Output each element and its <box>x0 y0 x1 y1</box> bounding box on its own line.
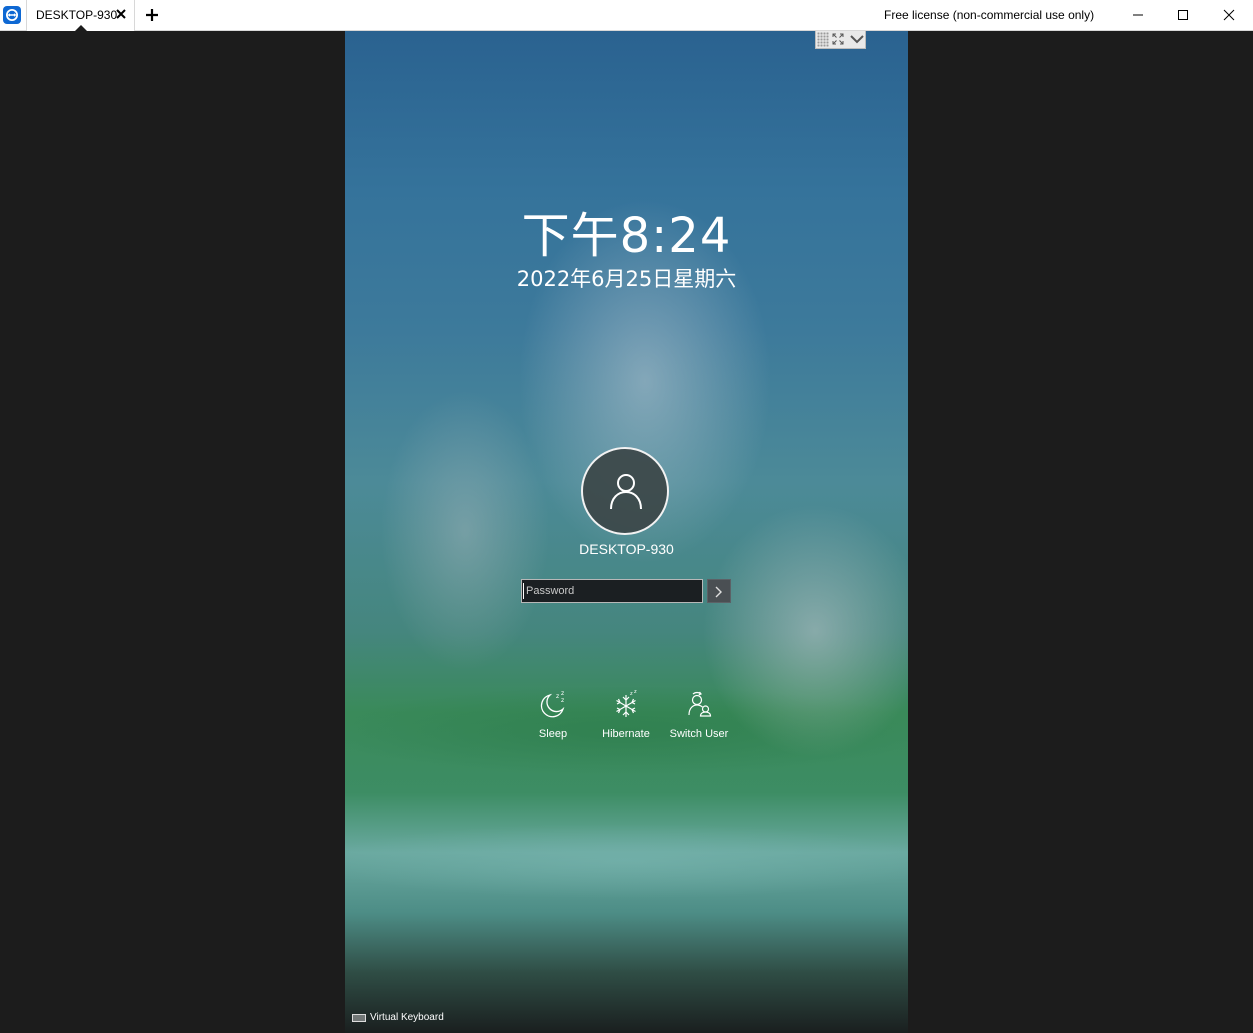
submit-password-button[interactable] <box>707 579 731 603</box>
sleep-label: Sleep <box>538 728 568 740</box>
switch-user-label: Switch User <box>669 728 729 740</box>
svg-text:z: z <box>556 693 559 700</box>
svg-text:z: z <box>634 689 637 695</box>
toolbar-grip-handle[interactable] <box>817 32 829 47</box>
text-caret <box>523 583 524 599</box>
tab-indicator <box>75 25 87 31</box>
license-text: Free license (non-commercial use only) <box>884 8 1095 22</box>
switch-user-icon <box>688 691 712 717</box>
close-tab-icon[interactable] <box>115 7 127 21</box>
svg-text:z: z <box>630 691 633 697</box>
switch-user-button[interactable]: Switch User <box>664 689 734 740</box>
virtual-keyboard-label: Virtual Keyboard <box>370 1012 444 1023</box>
chevron-down-icon[interactable] <box>850 34 864 44</box>
maximize-icon <box>1178 10 1188 20</box>
close-icon <box>1223 9 1235 21</box>
title-bar: DESKTOP-930 Free license (non-commercial… <box>0 0 1253 31</box>
new-tab-plus-icon[interactable] <box>145 8 159 22</box>
snowflake-icon: z z <box>616 689 637 717</box>
sleep-button[interactable]: z z z Sleep <box>518 689 588 740</box>
minimize-icon <box>1133 14 1143 16</box>
teamviewer-logo-icon <box>3 6 21 24</box>
hibernate-label: Hibernate <box>602 728 650 740</box>
fullscreen-icon[interactable] <box>832 33 844 45</box>
user-name: DESKTOP-930 <box>579 541 674 557</box>
user-icon <box>610 474 642 510</box>
svg-text:z: z <box>561 697 564 704</box>
remote-toolbar <box>815 31 866 49</box>
tab-title: DESKTOP-930 <box>36 8 118 22</box>
lock-screen-time: 下午8:24 <box>521 208 732 264</box>
keyboard-icon <box>352 1014 366 1022</box>
close-window-button[interactable] <box>1206 0 1252 30</box>
arrow-right-icon <box>715 586 722 598</box>
svg-text:z: z <box>561 690 564 697</box>
minimize-button[interactable] <box>1115 0 1161 30</box>
password-input[interactable] <box>521 579 703 603</box>
lock-screen-date: 2022年6月25日星期六 <box>516 267 737 291</box>
remote-desktop-view[interactable]: 下午8:24 2022年6月25日星期六 DESKTOP-930 z z z S… <box>345 31 908 1033</box>
sleep-moon-icon: z z z <box>540 690 565 718</box>
session-tab[interactable]: DESKTOP-930 <box>26 0 135 31</box>
hibernate-button[interactable]: z z Hibernate <box>591 689 661 740</box>
maximize-button[interactable] <box>1160 0 1206 30</box>
user-avatar <box>581 447 669 535</box>
